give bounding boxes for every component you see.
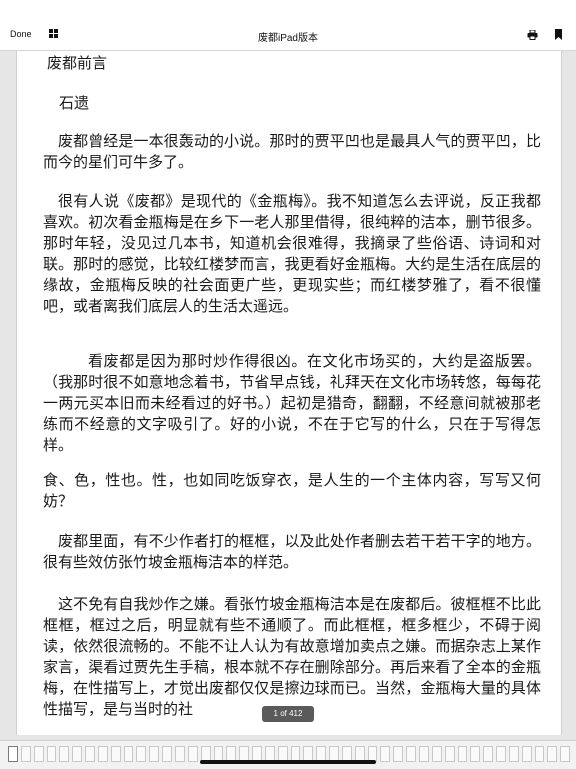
page-counter: 1 of 412	[262, 706, 314, 722]
page-thumbnail[interactable]	[534, 746, 545, 762]
page-thumbnail[interactable]	[174, 746, 185, 762]
page-thumbnail[interactable]	[457, 746, 468, 762]
page-thumbnail[interactable]	[508, 746, 519, 762]
thumbnail-strip[interactable]	[0, 740, 576, 769]
page-thumbnail[interactable]	[444, 746, 455, 762]
page-thumbnail[interactable]	[419, 746, 429, 762]
home-indicator	[200, 760, 376, 764]
paragraph: 很有人说《废都》是现代的《金瓶梅》。我不知道怎么去评说，反正我都喜欢。初次看金瓶…	[43, 192, 541, 315]
page-thumbnail[interactable]	[72, 746, 83, 762]
page-thumbnail[interactable]	[59, 746, 70, 762]
top-toolbar: Done 废都iPad版本	[0, 0, 576, 51]
page-thumbnail[interactable]	[560, 746, 571, 762]
author-name: 石遗	[59, 94, 90, 112]
page-thumbnail[interactable]	[20, 746, 31, 762]
document-page[interactable]: 废都前言 石遗 废都曾经是一本很轰动的小说。那时的贾平凹也是最具人气的贾平凹，比…	[16, 51, 562, 735]
paragraph: 食、色，性也。性，也如同吃饭穿衣，是人生的一个主体内容，写写又何妨？	[43, 471, 541, 510]
page-thumbnail[interactable]	[97, 746, 108, 762]
page-thumbnail[interactable]	[496, 746, 506, 762]
paragraph: 废都里面，有不少作者打的框框，以及此处作者删去若干若干字的地方。很有些效仿张竹坡…	[43, 532, 541, 571]
bookmark-icon[interactable]	[555, 29, 562, 40]
chapter-heading: 废都前言	[47, 54, 108, 72]
page-thumbnail[interactable]	[8, 746, 18, 762]
page-thumbnail[interactable]	[110, 746, 121, 762]
page-thumbnail[interactable]	[547, 746, 558, 762]
page-thumbnail[interactable]	[393, 746, 404, 762]
page-thumbnail[interactable]	[521, 746, 532, 762]
page-thumbnail[interactable]	[483, 746, 494, 762]
document-title: 废都iPad版本	[257, 33, 318, 44]
page-thumbnail[interactable]	[149, 746, 160, 762]
page-thumbnail[interactable]	[85, 746, 95, 762]
printer-icon[interactable]	[527, 30, 538, 40]
page-thumbnail[interactable]	[470, 746, 481, 762]
page-thumbnail[interactable]	[33, 746, 44, 762]
page-thumbnail[interactable]	[136, 746, 147, 762]
paragraph: 废都曾经是一本很轰动的小说。那时的贾平凹也是最具人气的贾平凹，比而今的星们可牛多…	[43, 132, 541, 171]
page-thumbnail[interactable]	[162, 746, 172, 762]
page-thumbnail[interactable]	[187, 746, 198, 762]
page-thumbnail[interactable]	[431, 746, 442, 762]
paragraph: 看废都是因为那时炒作得很凶。在文化市场买的，大约是盗版罢。（我那时很不如意地念着…	[43, 352, 541, 454]
page-thumbnail[interactable]	[123, 746, 134, 762]
page-thumbnail[interactable]	[380, 746, 391, 762]
page-thumbnail[interactable]	[406, 746, 416, 762]
paragraph: 这不免有自我炒作之嫌。看张竹坡金瓶梅洁本是在废都后。彼框框不比此框框，框过之后，…	[43, 595, 541, 718]
page-thumbnail[interactable]	[46, 746, 57, 762]
